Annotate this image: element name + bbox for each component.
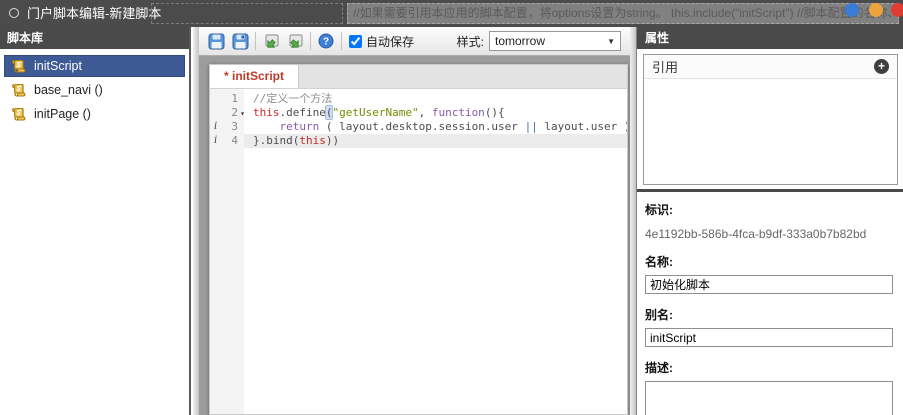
blue-dot[interactable]: [845, 3, 859, 17]
property-fields: 标识: 4e1192bb-586b-4fca-b9df-333a0b7b82bd…: [645, 195, 893, 415]
description-label: 描述:: [645, 359, 893, 376]
save-as-button[interactable]: [228, 30, 252, 52]
import-button[interactable]: [259, 30, 283, 52]
reference-label: 引用: [652, 57, 678, 76]
script-item-label: initPage (): [34, 107, 91, 121]
export-icon: [287, 33, 304, 50]
name-field[interactable]: [645, 275, 893, 294]
window-title: 门户脚本编辑-新建脚本: [27, 0, 161, 27]
code-editor-container: * initScript 1//定义一个方法2▾this.define("get…: [209, 64, 628, 415]
title-bar: 门户脚本编辑-新建脚本 //如果需要引用本应用的脚本配置，将options设置为…: [0, 0, 903, 27]
id-label: 标识:: [645, 201, 893, 218]
script-item-label: initScript: [34, 59, 82, 73]
sidebar-item-initpage[interactable]: initPage (): [4, 103, 185, 125]
code-line-3: 3i return ( layout.desktop.session.user …: [210, 120, 627, 134]
code-lines: 1//定义一个方法2▾this.define("getUserName", fu…: [210, 89, 627, 148]
description-field[interactable]: [645, 381, 893, 415]
reference-section-header: 引用 +: [644, 55, 897, 79]
help-button[interactable]: ?: [314, 30, 338, 52]
code-editor[interactable]: 1//定义一个方法2▾this.define("getUserName", fu…: [209, 89, 628, 415]
sidebar-item-initscript[interactable]: initScript: [4, 55, 185, 77]
line-number: 1: [210, 92, 244, 106]
code-text: return ( layout.desktop.session.user || …: [244, 120, 628, 134]
script-item-label: base_navi (): [34, 83, 103, 97]
editor-toolbar: ? 自动保存 样式: tomorrow ▼: [199, 27, 630, 56]
svg-text:?: ?: [323, 37, 329, 48]
toolbar-separator: [341, 32, 342, 50]
section-divider: [637, 189, 903, 192]
style-dropdown-value: tomorrow: [495, 34, 607, 48]
properties-panel: 属性 引用 + 标识: 4e1192bb-586b-4fca-b9df-333a…: [636, 27, 903, 415]
overlay-hint-text: //如果需要引用本应用的脚本配置，将options设置为string。 this…: [347, 3, 899, 24]
sidebar-item-basenavi[interactable]: base_navi (): [4, 79, 185, 101]
properties-header: 属性: [637, 27, 903, 49]
toolbar-separator: [255, 32, 256, 50]
script-scroll-icon: [10, 83, 26, 98]
style-dropdown[interactable]: tomorrow ▼: [489, 31, 621, 51]
autosave-label: 自动保存: [366, 33, 414, 50]
alias-label: 别名:: [645, 306, 893, 323]
help-icon: ?: [318, 33, 334, 49]
toolbar-separator: [310, 32, 311, 50]
code-line-1: 1//定义一个方法: [210, 92, 627, 106]
script-editor-window: 门户脚本编辑-新建脚本 //如果需要引用本应用的脚本配置，将options设置为…: [0, 0, 903, 415]
style-label: 样式:: [457, 33, 484, 50]
export-button[interactable]: [283, 30, 307, 52]
autosave-toggle: 自动保存: [349, 33, 414, 50]
script-library-panel: 脚本库 initScript base_navi () initPage (): [0, 27, 191, 415]
code-line-4: 4i}.bind(this)): [210, 134, 627, 148]
alias-field[interactable]: [645, 328, 893, 347]
code-text: }.bind(this)): [244, 134, 627, 148]
code-text: //定义一个方法: [244, 92, 627, 106]
reference-section: 引用 +: [643, 54, 898, 185]
save-as-icon: [232, 33, 249, 50]
tab-initscript[interactable]: * initScript: [210, 65, 299, 88]
id-value: 4e1192bb-586b-4fca-b9df-333a0b7b82bd: [645, 227, 893, 241]
script-scroll-icon: [10, 107, 26, 122]
autosave-checkbox[interactable]: [349, 35, 362, 48]
script-scroll-icon: [10, 59, 26, 74]
line-number: 3i: [210, 120, 244, 134]
line-number: 2▾: [210, 106, 244, 120]
orange-dot[interactable]: [869, 3, 883, 17]
info-icon: i: [214, 120, 217, 134]
info-icon: i: [214, 134, 217, 148]
code-line-2: 2▾this.define("getUserName", function(){: [210, 106, 627, 120]
save-button[interactable]: [204, 30, 228, 52]
save-icon: [208, 33, 225, 50]
script-list: initScript base_navi () initPage (): [0, 49, 189, 125]
editor-tab-bar: * initScript: [209, 64, 628, 89]
drag-placeholder: [151, 3, 343, 24]
editor-panel: ? 自动保存 样式: tomorrow ▼ * initScript 1//定义…: [199, 27, 630, 415]
script-library-header: 脚本库: [0, 27, 189, 49]
chevron-down-icon: ▼: [607, 37, 615, 46]
line-number: 4i: [210, 134, 244, 148]
plus-circle-icon[interactable]: +: [874, 59, 889, 74]
code-text: this.define("getUserName", function(){: [244, 106, 627, 120]
import-icon: [263, 33, 280, 50]
red-dot[interactable]: [891, 3, 903, 17]
fold-arrow-icon[interactable]: ▾: [240, 107, 245, 121]
circle-icon: [9, 8, 19, 18]
name-label: 名称:: [645, 253, 893, 270]
